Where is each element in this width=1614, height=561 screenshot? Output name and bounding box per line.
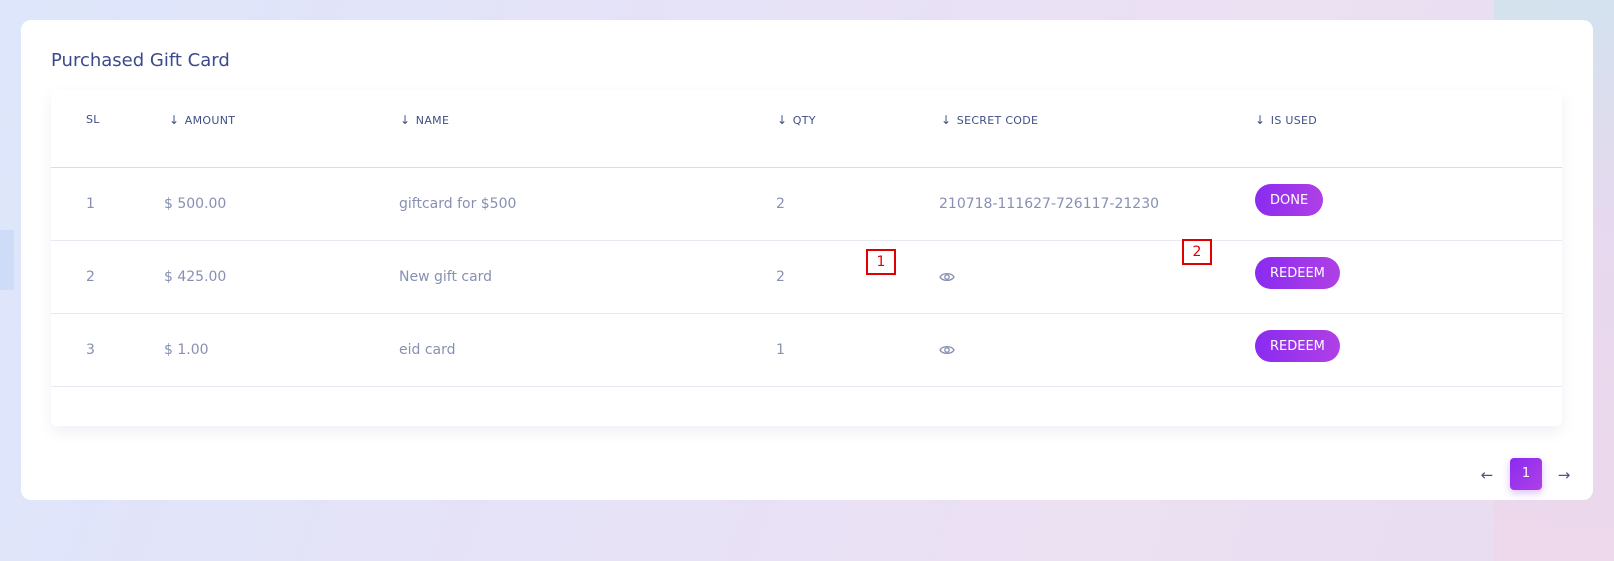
cell-name: giftcard for $500	[399, 196, 517, 212]
done-button[interactable]: DONE	[1255, 184, 1324, 216]
page-title: Purchased Gift Card	[51, 50, 230, 71]
sort-arrow-down-icon: ↓	[400, 113, 411, 127]
header-is-used-label: IS USED	[1270, 114, 1318, 127]
sort-arrow-down-icon: ↓	[169, 113, 180, 127]
gift-card-table: SL ↓ AMOUNT ↓ NAME ↓ QTY ↓ SECRET CODE ↓…	[51, 90, 1562, 426]
cell-name: eid card	[399, 342, 456, 358]
arrow-right-icon[interactable]: →	[1553, 458, 1575, 492]
cell-sl: 2	[86, 269, 95, 285]
sort-arrow-down-icon: ↓	[941, 113, 952, 127]
table-row: 3 $ 1.00 eid card 1 REDEEM	[51, 314, 1562, 387]
header-is-used[interactable]: ↓ IS USED	[1255, 113, 1317, 127]
table-header-row: SL ↓ AMOUNT ↓ NAME ↓ QTY ↓ SECRET CODE ↓…	[51, 90, 1562, 168]
header-sl: SL	[86, 113, 100, 126]
cell-secret-code: 210718-111627-726117-21230	[939, 196, 1160, 212]
header-qty[interactable]: ↓ QTY	[777, 113, 816, 127]
header-amount-label: AMOUNT	[184, 114, 236, 127]
redeem-button[interactable]: REDEEM	[1255, 330, 1340, 362]
cell-amount: $ 1.00	[164, 342, 209, 358]
table-row: 1 $ 500.00 giftcard for $500 2 210718-11…	[51, 168, 1562, 241]
cell-amount: $ 425.00	[164, 269, 227, 285]
sort-arrow-down-icon: ↓	[777, 113, 788, 127]
header-sl-label: SL	[86, 113, 100, 126]
cell-qty: 2	[776, 196, 785, 212]
header-secret-code-label: SECRET CODE	[956, 114, 1039, 127]
cell-sl: 3	[86, 342, 95, 358]
background-decoration-left	[0, 230, 14, 290]
eye-icon[interactable]	[939, 271, 955, 283]
header-qty-label: QTY	[792, 114, 816, 127]
cell-qty: 1	[776, 342, 785, 358]
header-secret-code[interactable]: ↓ SECRET CODE	[941, 113, 1038, 127]
cell-sl: 1	[86, 196, 95, 212]
cell-name: New gift card	[399, 269, 493, 285]
annotation-marker-2: 2	[1182, 239, 1212, 265]
eye-icon[interactable]	[939, 344, 955, 356]
annotation-marker-1: 1	[866, 249, 896, 275]
cell-amount: $ 500.00	[164, 196, 227, 212]
redeem-button[interactable]: REDEEM	[1255, 257, 1340, 289]
arrow-left-icon[interactable]: ←	[1476, 458, 1498, 492]
page-number-button[interactable]: 1	[1510, 458, 1542, 490]
header-amount[interactable]: ↓ AMOUNT	[169, 113, 235, 127]
cell-qty: 2	[776, 269, 785, 285]
gift-card-panel: Purchased Gift Card SL ↓ AMOUNT ↓ NAME ↓…	[21, 20, 1593, 500]
header-name[interactable]: ↓ NAME	[400, 113, 449, 127]
table-row: 2 $ 425.00 New gift card 2 1 2 REDEEM	[51, 239, 1562, 314]
header-name-label: NAME	[415, 114, 450, 127]
sort-arrow-down-icon: ↓	[1255, 113, 1266, 127]
